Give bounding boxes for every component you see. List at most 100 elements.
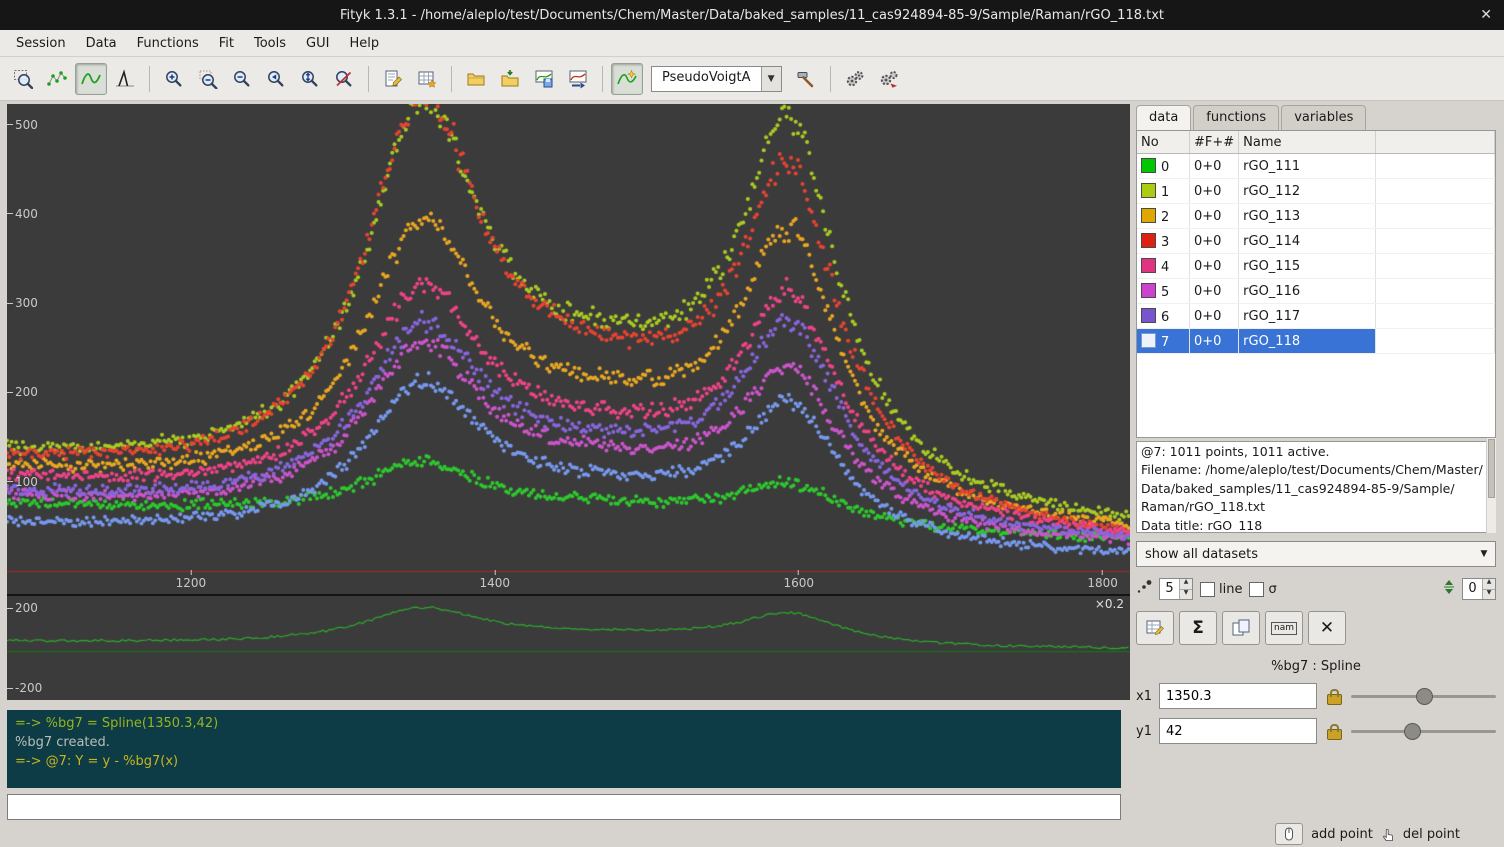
menu-bar: SessionDataFunctionsFitToolsGUIHelp <box>0 30 1504 57</box>
dataset-row[interactable]: 50+0rGO_116 <box>1137 279 1495 304</box>
menu-help[interactable]: Help <box>339 33 389 54</box>
line-checkbox[interactable] <box>1200 582 1215 597</box>
param-x1-input[interactable] <box>1159 683 1317 709</box>
dataset-table: No#F+#Name00+0rGO_11110+0rGO_11220+0rGO_… <box>1136 130 1496 438</box>
dataset-row[interactable]: 30+0rGO_114 <box>1137 229 1495 254</box>
title-bar: Fityk 1.3.1 - /home/aleplo/test/Document… <box>0 0 1504 30</box>
output-console: =-> %bg7 = Spline(1350.3,42)%bg7 created… <box>7 710 1121 788</box>
dataset-color-checkbox[interactable] <box>1141 233 1156 248</box>
lock-y1-button[interactable] <box>1324 720 1344 742</box>
zoom-all-button[interactable] <box>328 63 360 95</box>
x-tick-label: 1400 <box>480 570 511 590</box>
auxiliary-plot[interactable]: ×0.2 200-200 <box>7 594 1130 700</box>
y-tick-label: 500 <box>7 118 38 132</box>
auto-add-peak-button[interactable] <box>611 63 643 95</box>
zoom-vertical-button[interactable] <box>294 63 326 95</box>
tab-variables[interactable]: variables <box>1281 105 1366 130</box>
close-window-button[interactable]: ✕ <box>1480 6 1492 24</box>
lock-x1-button[interactable] <box>1324 685 1344 707</box>
dataset-row[interactable]: 70+0rGO_118 <box>1137 329 1495 354</box>
slider-thumb[interactable] <box>1404 723 1421 740</box>
aux-y-tick-label: -200 <box>7 681 42 695</box>
param-row-y1: y1 <box>1136 718 1496 744</box>
dataset-row[interactable]: 60+0rGO_117 <box>1137 304 1495 329</box>
dataset-color-checkbox[interactable] <box>1141 158 1156 173</box>
main-plot[interactable]: 1002003004005001200140016001800 <box>7 104 1130 594</box>
dataset-row[interactable]: 20+0rGO_113 <box>1137 204 1495 229</box>
delete-data-button[interactable]: ✕ <box>1308 611 1346 645</box>
point-size-value: 5 <box>1160 579 1179 599</box>
point-size-arrows[interactable]: ▲▼ <box>1179 579 1192 599</box>
dataset-row[interactable]: 10+0rGO_112 <box>1137 179 1495 204</box>
function-panel-title: %bg7 : Spline <box>1136 659 1496 674</box>
edit-script-button[interactable] <box>377 63 409 95</box>
mode-data-range-button[interactable] <box>41 63 73 95</box>
param-y1-input[interactable] <box>1159 718 1317 744</box>
x-tick-label: 1200 <box>176 570 207 590</box>
aux-y-tick-label: 200 <box>7 601 38 615</box>
menu-session[interactable]: Session <box>6 33 76 54</box>
toolbar-separator <box>368 66 369 92</box>
y-tick-label: 300 <box>7 296 38 310</box>
load-data-button[interactable] <box>460 63 492 95</box>
shift-stepper[interactable]: 0 ▲▼ <box>1462 578 1496 600</box>
chevron-down-icon[interactable]: ▼ <box>761 67 781 91</box>
menu-tools[interactable]: Tools <box>244 33 296 54</box>
rename-data-button[interactable]: nam <box>1265 611 1303 645</box>
fit-options-button[interactable] <box>873 63 905 95</box>
run-fit-button[interactable] <box>839 63 871 95</box>
status-bar: add point del point <box>0 821 1504 847</box>
command-input[interactable] <box>7 794 1121 820</box>
dataset-row[interactable]: 00+0rGO_111 <box>1137 154 1495 179</box>
zoom-out-more-button[interactable] <box>226 63 258 95</box>
save-session-button[interactable] <box>528 63 560 95</box>
column-header: Name <box>1239 131 1376 154</box>
export-plot-button[interactable] <box>562 63 594 95</box>
mode-zoom-button[interactable] <box>7 63 39 95</box>
y-tick-label: 100 <box>7 475 38 489</box>
sigma-checkbox-label: σ <box>1268 582 1276 597</box>
menu-gui[interactable]: GUI <box>296 33 339 54</box>
data-table-button[interactable] <box>411 63 443 95</box>
menu-fit[interactable]: Fit <box>209 33 244 54</box>
toolbar: PseudoVoigtA▼ <box>0 57 1504 101</box>
define-function-button[interactable] <box>790 63 822 95</box>
dataset-filter-dropdown[interactable]: show all datasets ▼ <box>1136 541 1496 567</box>
shift-arrows[interactable]: ▲▼ <box>1482 579 1495 599</box>
sum-datasets-button[interactable]: Σ <box>1179 611 1217 645</box>
zoom-out-button[interactable] <box>192 63 224 95</box>
copy-data-button[interactable] <box>1222 611 1260 645</box>
dataset-row[interactable]: 40+0rGO_115 <box>1137 254 1495 279</box>
tab-data[interactable]: data <box>1136 105 1191 130</box>
append-data-button[interactable] <box>494 63 526 95</box>
param-x1-label: x1 <box>1136 689 1152 704</box>
function-type-combo[interactable]: PseudoVoigtA▼ <box>651 66 782 92</box>
mode-background-button[interactable] <box>75 63 107 95</box>
mouse-hint-button[interactable] <box>1275 823 1303 845</box>
zoom-in-button[interactable] <box>158 63 190 95</box>
slider-thumb[interactable] <box>1416 688 1433 705</box>
line-checkbox-label: line <box>1219 582 1242 597</box>
aux-plot-canvas[interactable] <box>7 596 1130 700</box>
menu-functions[interactable]: Functions <box>127 33 209 54</box>
param-y1-slider[interactable] <box>1351 721 1496 741</box>
column-header: #F+# <box>1190 131 1239 154</box>
dataset-color-checkbox[interactable] <box>1141 208 1156 223</box>
info-scrollbar[interactable] <box>1486 438 1496 533</box>
sigma-checkbox[interactable] <box>1249 582 1264 597</box>
data-transform-button[interactable] <box>1136 611 1174 645</box>
dataset-color-checkbox[interactable] <box>1141 183 1156 198</box>
dataset-color-checkbox[interactable] <box>1141 283 1156 298</box>
point-size-stepper[interactable]: 5 ▲▼ <box>1159 578 1193 600</box>
window-title: Fityk 1.3.1 - /home/aleplo/test/Document… <box>340 8 1164 23</box>
param-x1-slider[interactable] <box>1351 686 1496 706</box>
tab-functions[interactable]: functions <box>1193 105 1279 130</box>
del-point-label: del point <box>1403 827 1460 842</box>
mode-add-peak-button[interactable] <box>109 63 141 95</box>
zoom-previous-button[interactable] <box>260 63 292 95</box>
menu-data[interactable]: Data <box>76 33 127 54</box>
dataset-color-checkbox[interactable] <box>1141 308 1156 323</box>
dataset-color-checkbox[interactable] <box>1141 333 1156 348</box>
main-plot-canvas[interactable] <box>7 104 1130 594</box>
dataset-color-checkbox[interactable] <box>1141 258 1156 273</box>
